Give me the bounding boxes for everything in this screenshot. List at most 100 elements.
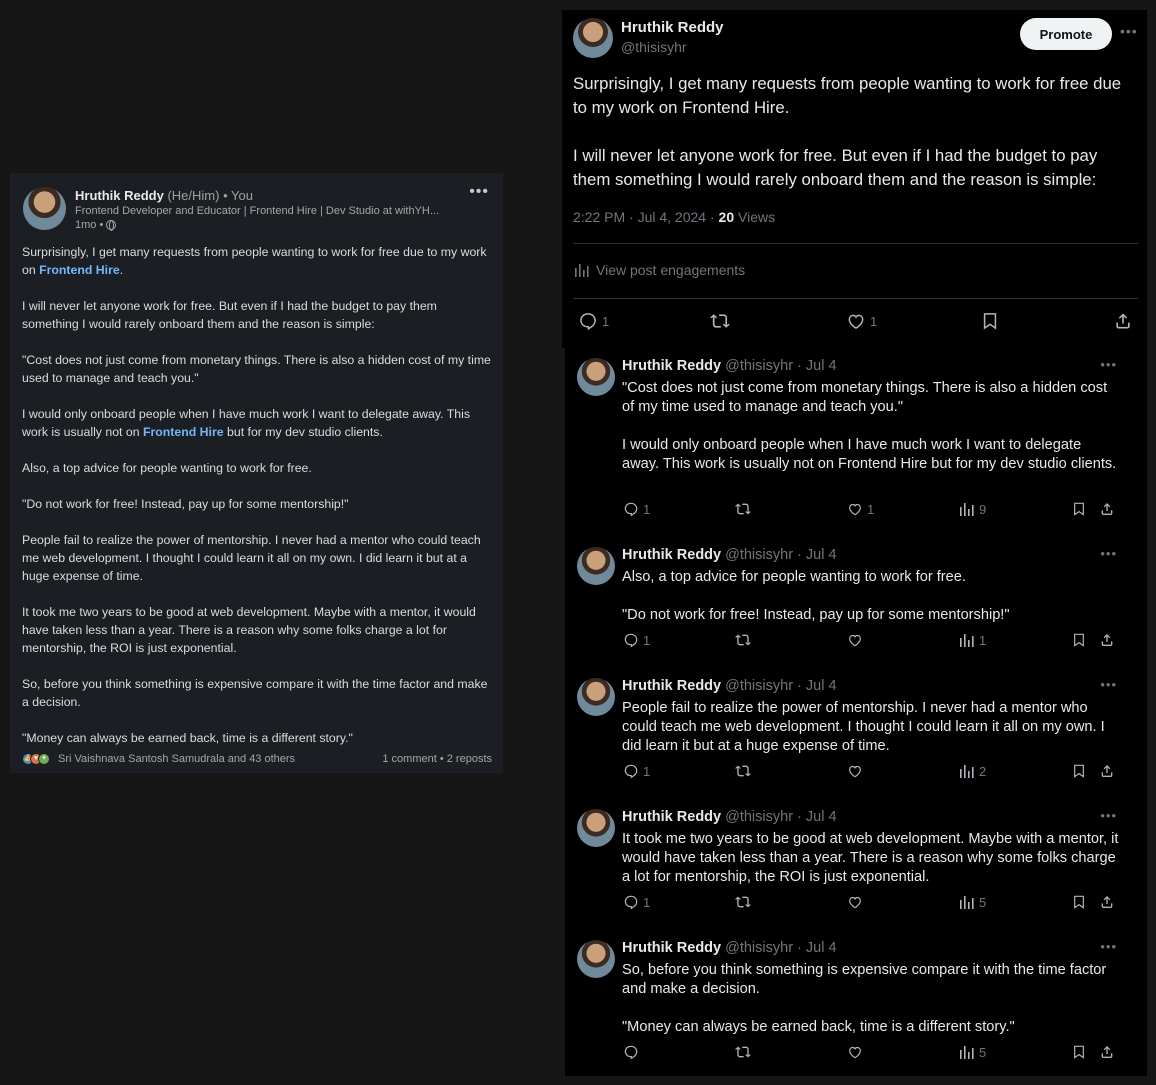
thread-reply[interactable]: Hruthik Reddy @thisisyhr · Jul 4 ••• Als… (565, 542, 1147, 662)
share-button[interactable] (1099, 894, 1115, 910)
share-button[interactable] (1113, 311, 1133, 331)
views-button[interactable]: 9 (959, 501, 986, 517)
like-button[interactable] (847, 632, 867, 648)
bookmark-button[interactable] (1071, 1044, 1087, 1060)
bookmark-icon (1071, 1044, 1087, 1060)
heart-icon (847, 1044, 863, 1060)
reply-paragraph: I would only onboard people when I have … (622, 437, 1117, 472)
bookmark-button[interactable] (980, 311, 1000, 331)
reply-button[interactable]: 1 (623, 763, 650, 779)
reply-text: "Cost does not just come from monetary t… (622, 379, 1122, 474)
reply-button[interactable]: 1 (623, 501, 650, 517)
avatar[interactable] (577, 940, 615, 978)
repost-icon (735, 632, 751, 648)
author-handle[interactable]: @thisisyhr (621, 39, 687, 55)
handle-date[interactable]: @thisisyhr · Jul 4 (725, 809, 836, 825)
bookmark-button[interactable] (1071, 632, 1087, 648)
reply-button[interactable] (623, 1044, 643, 1060)
bookmark-button[interactable] (1071, 894, 1087, 910)
repost-icon (735, 1044, 751, 1060)
reply-actions: 1 1 9 (623, 501, 1118, 521)
views-button[interactable]: 1 (959, 632, 986, 648)
repost-button[interactable] (735, 1044, 751, 1060)
handle-date[interactable]: @thisisyhr · Jul 4 (725, 678, 836, 694)
repost-button[interactable] (735, 894, 751, 910)
author-name[interactable]: Hruthik Reddy (622, 940, 721, 956)
handle-date[interactable]: @thisisyhr · Jul 4 (725, 358, 836, 374)
share-button[interactable] (1099, 501, 1115, 517)
post-paragraph: "Money can always be earned back, time i… (22, 731, 353, 745)
reply-button[interactable]: 1 (578, 311, 609, 331)
bookmark-button[interactable] (1071, 501, 1087, 517)
thread-reply[interactable]: Hruthik Reddy @thisisyhr · Jul 4 ••• "Co… (565, 353, 1147, 533)
avatar[interactable] (573, 18, 613, 58)
repost-button[interactable] (735, 501, 751, 517)
repost-button[interactable] (735, 632, 751, 648)
avatar[interactable] (577, 547, 615, 585)
thread-reply[interactable]: Hruthik Reddy @thisisyhr · Jul 4 ••• So,… (565, 935, 1147, 1075)
views-button[interactable]: 2 (959, 763, 986, 779)
like-button[interactable] (847, 1044, 867, 1060)
reply-count: 1 (643, 763, 651, 779)
more-options-icon[interactable]: ••• (1100, 808, 1117, 823)
view-engagements-link[interactable]: View post engagements (574, 262, 745, 278)
more-options-icon[interactable]: ••• (1100, 546, 1117, 561)
avatar[interactable] (577, 678, 615, 716)
linkedin-post-card: Hruthik Reddy (He/Him) • You Frontend De… (10, 173, 503, 773)
author-name[interactable]: Hruthik Reddy (622, 678, 721, 694)
avatar[interactable] (23, 187, 66, 230)
comments-reposts-count[interactable]: 1 comment • 2 reposts (382, 753, 492, 765)
more-options-icon[interactable]: ••• (1100, 677, 1117, 692)
analytics-icon (959, 632, 975, 648)
share-button[interactable] (1099, 632, 1115, 648)
author-name[interactable]: Hruthik Reddy (622, 809, 721, 825)
author-name[interactable]: Hruthik Reddy (621, 19, 724, 36)
thread-reply[interactable]: Hruthik Reddy @thisisyhr · Jul 4 ••• Peo… (565, 673, 1147, 793)
tweet-paragraph: Surprisingly, I get many requests from p… (573, 74, 1122, 117)
more-options-icon[interactable]: ••• (469, 183, 489, 201)
like-button[interactable] (847, 894, 867, 910)
tweet-text: Surprisingly, I get many requests from p… (573, 72, 1133, 216)
repost-button[interactable] (710, 311, 730, 331)
divider (573, 298, 1138, 299)
divider (573, 243, 1138, 244)
reply-paragraph: It took me two years to be good at web d… (622, 831, 1119, 885)
analytics-icon (959, 501, 975, 517)
author-name[interactable]: Hruthik Reddy (75, 188, 164, 203)
handle-date[interactable]: @thisisyhr · Jul 4 (725, 547, 836, 563)
repost-icon (735, 501, 751, 517)
bookmark-button[interactable] (1071, 763, 1087, 779)
like-button[interactable]: 1 (846, 311, 877, 331)
reactions-summary[interactable]: 👍 ♥ ✦ Sri Vaishnava Santosh Samudrala an… (22, 753, 295, 765)
bookmark-icon (980, 311, 1000, 331)
views-button[interactable]: 5 (959, 1044, 986, 1060)
heart-icon (847, 501, 863, 517)
views-label: Views (734, 209, 776, 225)
share-button[interactable] (1099, 763, 1115, 779)
like-button[interactable] (847, 763, 867, 779)
like-button[interactable]: 1 (847, 501, 874, 517)
author-name[interactable]: Hruthik Reddy (622, 358, 721, 374)
views-button[interactable]: 5 (959, 894, 986, 910)
author-name[interactable]: Hruthik Reddy (622, 547, 721, 563)
post-paragraph: "Do not work for free! Instead, pay up f… (22, 497, 349, 511)
share-button[interactable] (1099, 1044, 1115, 1060)
more-options-icon[interactable]: ••• (1120, 23, 1138, 39)
tweet-timestamp[interactable]: 2:22 PM · Jul 4, 2024 · (573, 209, 719, 225)
thread-reply[interactable]: Hruthik Reddy @thisisyhr · Jul 4 ••• It … (565, 804, 1147, 924)
frontend-hire-link[interactable]: Frontend Hire (143, 425, 224, 439)
handle-date[interactable]: @thisisyhr · Jul 4 (725, 940, 836, 956)
views-count: 1 (979, 632, 987, 648)
reply-count: 1 (602, 313, 610, 329)
repost-button[interactable] (735, 763, 751, 779)
avatar[interactable] (577, 809, 615, 847)
reply-button[interactable]: 1 (623, 894, 650, 910)
analytics-icon (959, 1044, 975, 1060)
more-options-icon[interactable]: ••• (1100, 939, 1117, 954)
promote-button[interactable]: Promote (1020, 18, 1112, 50)
reply-header: Hruthik Reddy @thisisyhr · Jul 4 (622, 809, 837, 825)
more-options-icon[interactable]: ••• (1100, 357, 1117, 372)
frontend-hire-link[interactable]: Frontend Hire (39, 263, 120, 277)
avatar[interactable] (577, 358, 615, 396)
reply-button[interactable]: 1 (623, 632, 650, 648)
